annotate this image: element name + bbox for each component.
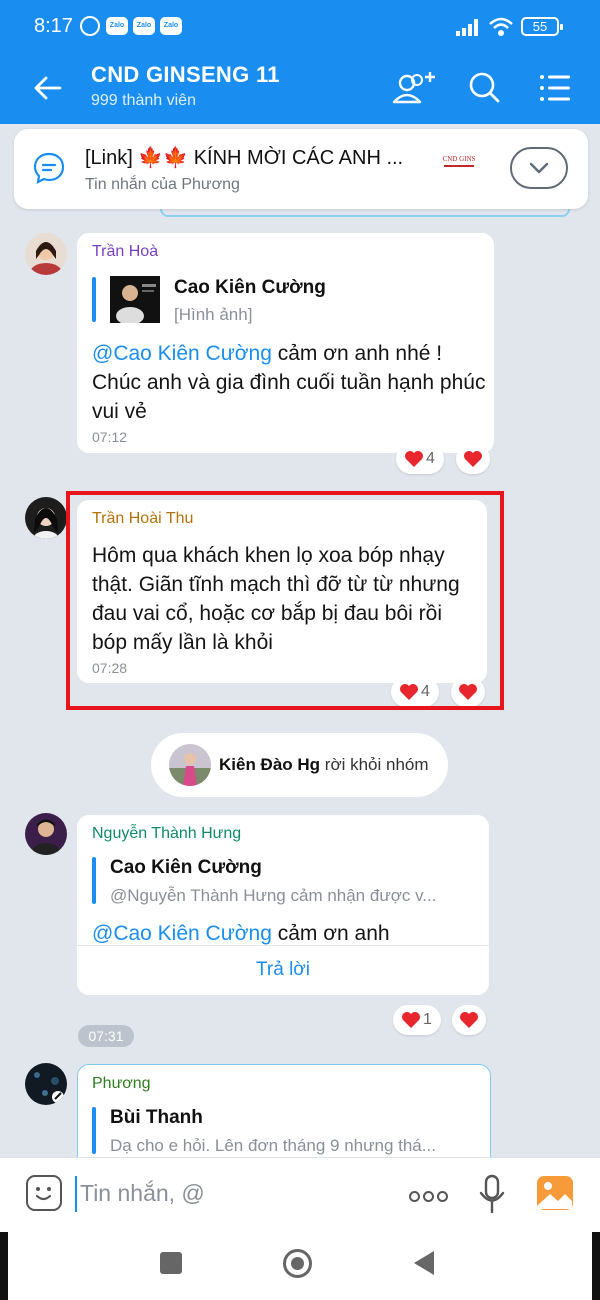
chat-header: CND GINSENG 11 999 thành viên	[0, 52, 600, 124]
recent-apps-button[interactable]	[160, 1252, 182, 1274]
quoted-text: [Hình ảnh]	[174, 305, 253, 324]
brand-logo: CND GINS	[440, 155, 478, 179]
zalo-notification-icon: Zalo	[160, 17, 182, 35]
react-button[interactable]	[456, 444, 490, 474]
member-count[interactable]: 999 thành viên	[91, 92, 196, 110]
signal-icon	[456, 19, 478, 36]
avatar[interactable]	[169, 744, 211, 786]
message-time: 07:31	[78, 1025, 134, 1047]
quote-bar	[92, 277, 96, 322]
heart-icon	[460, 1012, 478, 1028]
expand-pinned-button[interactable]	[510, 147, 568, 189]
system-message: Kiên Đào Hg rời khỏi nhóm	[151, 733, 448, 797]
reaction-count: 4	[426, 450, 435, 467]
system-nav-bar	[0, 1232, 600, 1300]
status-bar: 8:17 Zalo Zalo Zalo 55	[0, 0, 600, 52]
sticker-emoji-icon[interactable]	[26, 1175, 62, 1211]
message-time: 07:12	[92, 429, 128, 445]
zalo-notification-icon: Zalo	[133, 17, 155, 35]
avatar[interactable]	[25, 1063, 67, 1105]
text-caret	[75, 1176, 77, 1212]
mention-link[interactable]: @Cao Kiên Cường	[92, 922, 272, 945]
back-arrow-icon[interactable]	[30, 70, 66, 106]
mention-link[interactable]: @Cao Kiên Cường	[92, 342, 272, 365]
message-bubble[interactable]: Nguyễn Thành Hưng Cao Kiên Cường @Nguyễn…	[77, 815, 489, 995]
message-input-bar: Tin nhắn, @	[0, 1157, 600, 1232]
heart-icon	[402, 1012, 420, 1028]
quote-bar	[92, 1107, 96, 1154]
message-text: @Cao Kiên Cường cảm ơn anh nhé ! Chúc anh…	[92, 342, 486, 423]
more-options-icon[interactable]	[409, 1189, 451, 1207]
quoted-sender: Bùi Thanh	[110, 1107, 203, 1128]
chevron-down-icon	[529, 162, 549, 174]
zalo-notification-icon: Zalo	[106, 17, 128, 35]
reaction-count: 1	[423, 1011, 432, 1028]
reply-button[interactable]: Trả lời	[77, 945, 489, 994]
system-back-button[interactable]	[414, 1251, 434, 1275]
heart-icon	[464, 451, 482, 467]
highlight-box	[66, 491, 504, 710]
quoted-text: @Nguyễn Thành Hưng cảm nhận được v...	[110, 886, 437, 905]
pinned-message[interactable]: [Link] 🍁🍁 KÍNH MỜI CÁC ANH ... Tin nhắn …	[14, 129, 588, 209]
sender-name[interactable]: Phương	[92, 1075, 151, 1093]
microphone-icon[interactable]	[478, 1174, 506, 1214]
react-button[interactable]	[452, 1005, 486, 1035]
sender-name[interactable]: Trần Hoà	[92, 243, 158, 261]
message-bubble[interactable]: Trần Hoà Cao Kiên Cường [Hình ảnh] @Cao …	[77, 233, 494, 453]
pinned-title: [Link] 🍁🍁 KÍNH MỜI CÁC ANH ...	[85, 147, 404, 169]
search-icon[interactable]	[462, 66, 508, 110]
home-button[interactable]	[283, 1249, 312, 1278]
chat-bubble-icon	[33, 152, 65, 184]
sender-name[interactable]: Nguyễn Thành Hưng	[92, 825, 241, 843]
screen-edge	[0, 1232, 8, 1300]
image-gallery-icon[interactable]	[536, 1175, 574, 1211]
quoted-sender: Cao Kiên Cường	[174, 277, 326, 298]
battery-icon: 55	[521, 17, 563, 36]
wifi-icon	[489, 17, 513, 36]
quoted-image-thumbnail[interactable]	[110, 276, 160, 325]
pinned-subtitle: Tin nhắn của Phương	[85, 176, 240, 193]
status-time: 8:17	[34, 15, 73, 37]
avatar[interactable]	[25, 233, 67, 275]
avatar[interactable]	[25, 497, 67, 539]
group-title[interactable]: CND GINSENG 11	[91, 62, 280, 88]
heart-icon	[405, 451, 423, 467]
menu-list-icon[interactable]	[534, 66, 580, 110]
reaction-count-badge[interactable]: 4	[396, 444, 444, 474]
avatar[interactable]	[25, 813, 67, 855]
message-text: @Cao Kiên Cường cảm ơn anh	[92, 922, 390, 945]
alarm-icon	[80, 16, 100, 36]
quote-bar	[92, 857, 96, 904]
quoted-text: Dạ cho e hỏi. Lên đơn tháng 9 nhưng thá.…	[110, 1136, 436, 1155]
system-message-text: Kiên Đào Hg rời khỏi nhóm	[219, 755, 429, 774]
quoted-sender: Cao Kiên Cường	[110, 857, 262, 878]
previous-message-edge	[160, 209, 570, 217]
message-input[interactable]: Tin nhắn, @	[80, 1180, 205, 1207]
add-member-icon[interactable]	[390, 66, 436, 110]
reaction-count-badge[interactable]: 1	[393, 1005, 441, 1035]
screen-edge	[592, 1232, 600, 1300]
